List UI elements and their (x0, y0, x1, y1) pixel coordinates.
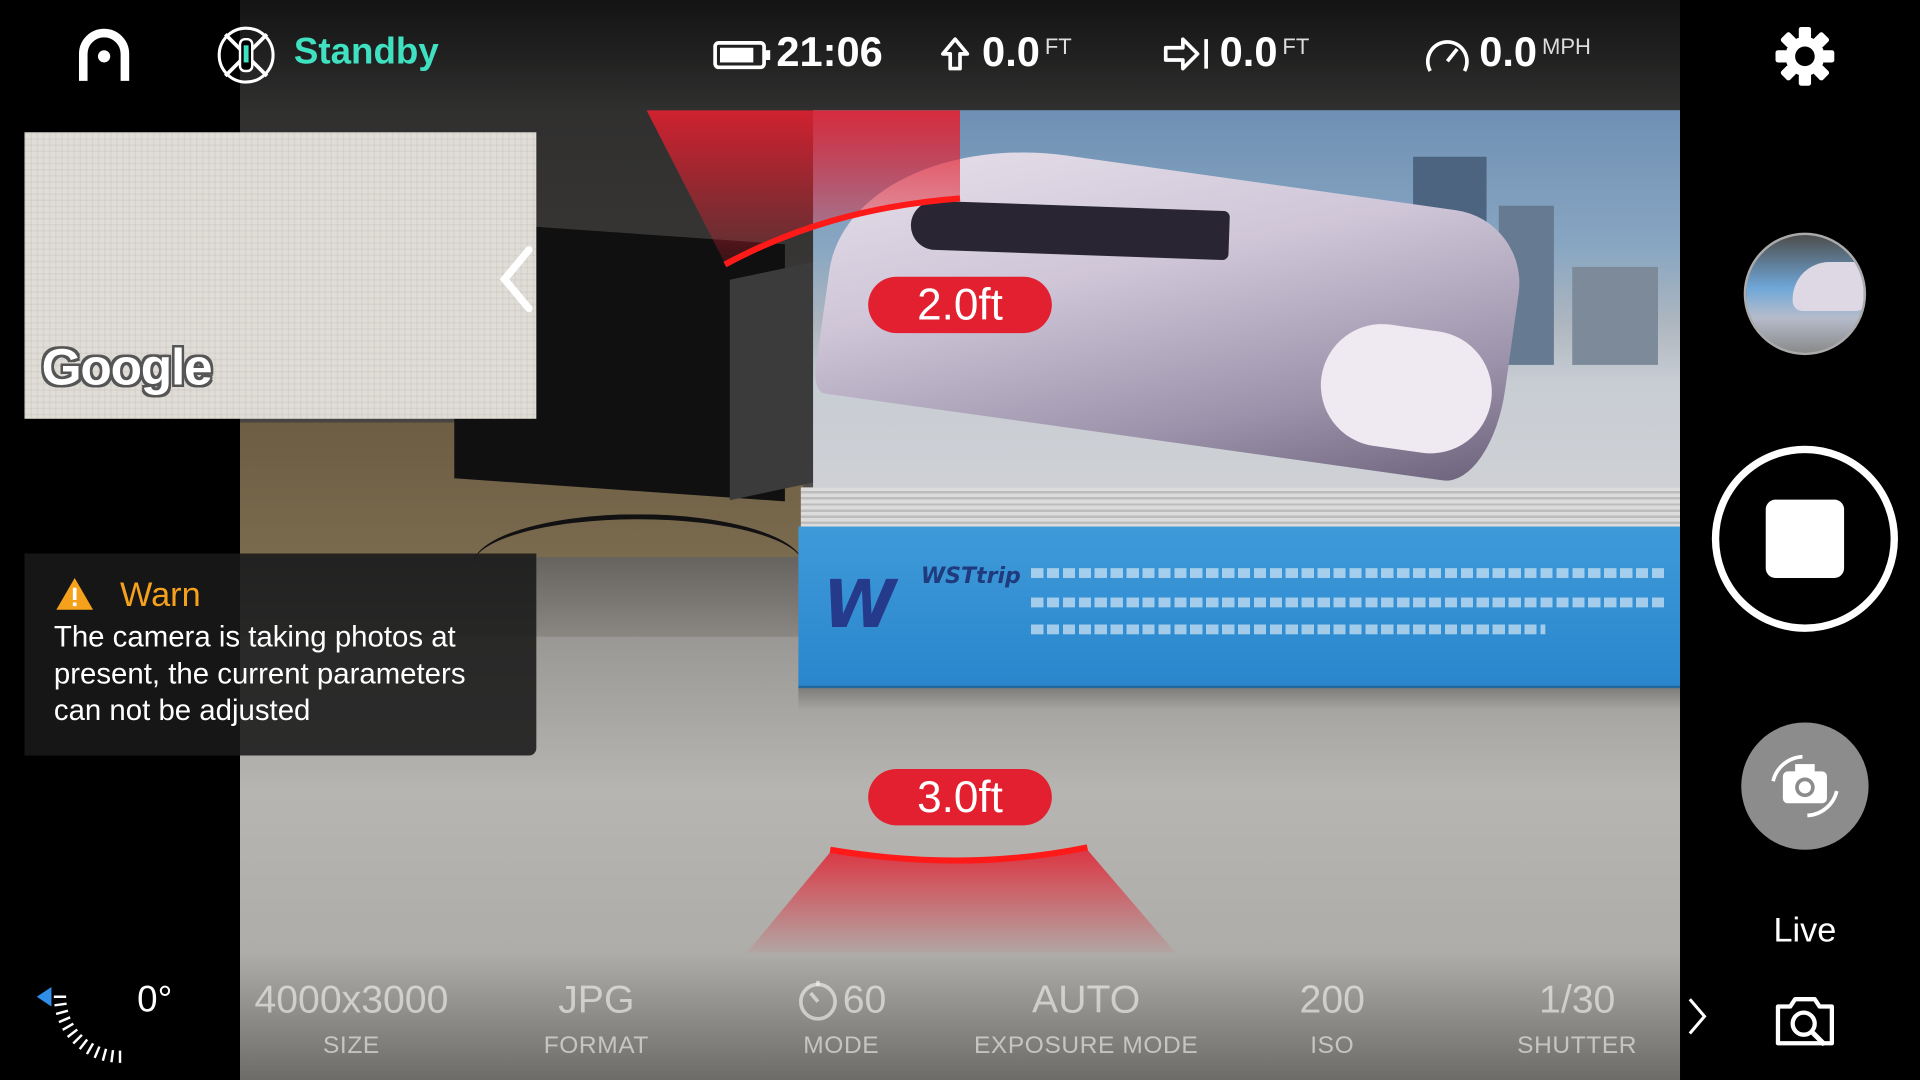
param-shutter[interactable]: 1/30 SHUTTER (1455, 977, 1700, 1060)
distance-unit: FT (1282, 34, 1310, 59)
calendar-shadow (798, 685, 1681, 711)
param-iso-value: 200 (1299, 977, 1365, 1022)
speed-unit: MPH (1541, 34, 1591, 59)
front-distance-badge: 2.0ft (868, 276, 1052, 334)
capture-button[interactable] (1711, 445, 1898, 632)
param-shutter-label: SHUTTER (1517, 1032, 1638, 1060)
warning-title: Warn (120, 575, 201, 614)
warning-toast: Warn The camera is taking photos at pres… (24, 553, 537, 756)
param-exposure-label: EXPOSURE MODE (973, 1032, 1199, 1060)
param-size[interactable]: 4000x3000 SIZE (229, 977, 474, 1060)
param-iso[interactable]: 200 ISO (1210, 977, 1455, 1060)
dial-tick (78, 1038, 89, 1050)
param-format-value: JPG (558, 977, 635, 1022)
dial-tick (55, 1009, 69, 1016)
google-logo: Google (41, 337, 213, 396)
top-status-bar: Standby 21:06 0.0 FT 0.0 FT 0.0 MPH (0, 0, 1920, 111)
rear-obstacle-indicator (746, 844, 1176, 953)
param-size-value: 4000x3000 (254, 977, 449, 1022)
dial-tick (54, 1002, 67, 1007)
param-format-label: FORMAT (543, 1032, 649, 1060)
param-format[interactable]: JPG FORMAT (474, 977, 719, 1060)
distance-icon (1163, 37, 1208, 71)
app-home-icon[interactable] (76, 27, 132, 83)
altitude-value: 0.0 (982, 29, 1040, 76)
calendar-pages (800, 487, 1681, 529)
dial-tick (66, 1028, 79, 1038)
settings-gear-icon[interactable] (1773, 24, 1837, 88)
battery-icon (713, 41, 771, 70)
param-mode[interactable]: 60 MODE (719, 977, 964, 1060)
gimbal-pitch-dial-icon (36, 986, 122, 1063)
param-iso-label: ISO (1310, 1032, 1355, 1060)
altitude-icon (941, 37, 970, 71)
flight-status-text: Standby (293, 31, 439, 73)
timer-icon (799, 980, 838, 1021)
camera-switch-icon (1771, 754, 1839, 818)
speed-value: 0.0 (1479, 29, 1538, 76)
camera-mode-switch-button[interactable] (1741, 722, 1869, 850)
media-search-icon[interactable] (1773, 989, 1837, 1048)
altitude-readout: 0.0 FT (936, 29, 1072, 77)
dial-tick (62, 1022, 74, 1031)
stop-icon (1765, 499, 1845, 578)
dial-tick (72, 1033, 83, 1045)
camera-params-bar: 4000x3000 SIZE JPG FORMAT 60 MODE AUTO E… (240, 952, 1681, 1080)
more-params-chevron-icon[interactable] (1685, 994, 1709, 1038)
param-exposure-mode[interactable]: AUTO EXPOSURE MODE (964, 977, 1209, 1060)
warning-triangle-icon (56, 577, 94, 610)
distance-readout: 0.0 FT (1163, 29, 1309, 77)
distance-value: 0.0 (1219, 29, 1278, 76)
speedometer-icon (1425, 40, 1469, 72)
warning-message: The camera is taking photos at present, … (53, 620, 466, 728)
param-exposure-value: AUTO (1032, 977, 1141, 1022)
calendar-base: W WSTtrip (798, 526, 1681, 689)
altitude-unit: FT (1044, 34, 1072, 59)
dial-tick (93, 1046, 101, 1059)
param-size-label: SIZE (322, 1032, 380, 1060)
drone-status-icon (217, 26, 275, 84)
dial-tick (110, 1049, 115, 1063)
gallery-thumbnail[interactable] (1743, 232, 1867, 356)
front-obstacle-indicator (646, 110, 961, 268)
collapse-map-chevron-icon[interactable] (495, 242, 537, 315)
param-mode-label: MODE (803, 1032, 880, 1060)
live-label[interactable]: Live (1744, 911, 1866, 950)
dial-tick (101, 1048, 108, 1061)
gimbal-pitch-value: 0° (137, 979, 173, 1021)
param-mode-value: 60 (842, 977, 887, 1022)
dial-tick (58, 1016, 71, 1024)
clock-time: 21:06 (776, 29, 883, 76)
dial-tick (85, 1042, 95, 1055)
param-shutter-value: 1/30 (1539, 977, 1616, 1022)
battery-level-fill (720, 47, 754, 63)
speed-readout: 0.0 MPH (1423, 29, 1591, 77)
rear-distance-badge: 3.0ft (868, 768, 1052, 826)
